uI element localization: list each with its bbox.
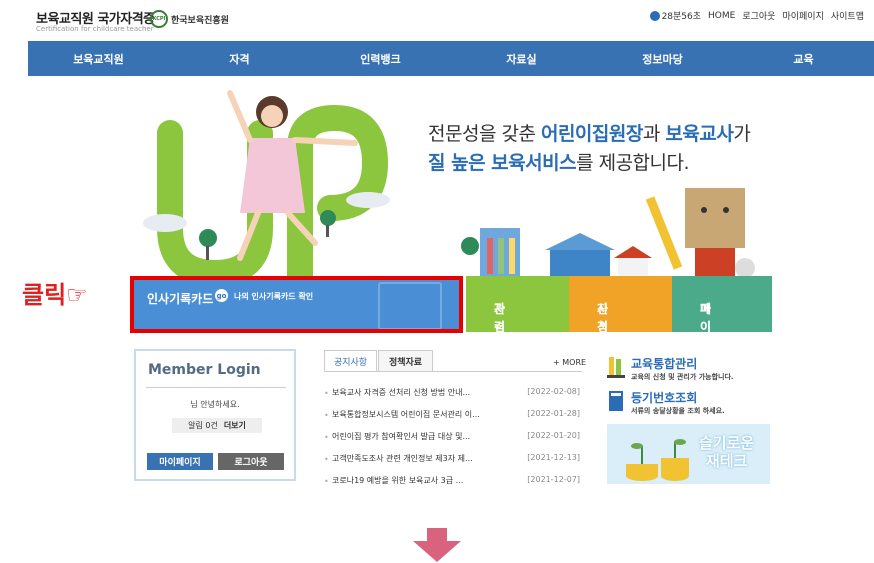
list-item[interactable]: • 보육통합정보시스템 어린이집 문서관리 이... [2022-01-28] xyxy=(324,407,582,429)
alarm-count: 알림 0건 xyxy=(188,421,218,430)
nav-talent-bank[interactable]: 인력뱅크 xyxy=(310,41,451,76)
org-name: 한국보육진흥원 xyxy=(171,15,229,26)
timer-text: 28분56초 xyxy=(661,12,702,22)
tab-notice[interactable]: 공지사항 xyxy=(324,350,377,372)
list-item[interactable]: • 코로나19 예방을 위한 보육교사 3급 ... [2021-12-07] xyxy=(324,473,582,495)
site-subtitle: Certification for childcare teacher xyxy=(36,25,154,33)
greeting-text: 님 안녕하세요. xyxy=(190,400,240,409)
home-link[interactable]: HOME xyxy=(708,11,735,21)
session-timer: 28분56초 xyxy=(649,9,702,22)
sitemap-link[interactable]: 사이트맵 xyxy=(831,9,864,22)
alarm-box: 알림 0건 더보기 xyxy=(172,418,262,433)
list-item[interactable]: • 고객만족도조사 관련 개인정보 제3자 제... [2021-12-13] xyxy=(324,451,582,473)
registry-title: 등기번호조회 xyxy=(631,391,698,405)
main-nav: 보육교직원 자격 인력뱅크 자료실 정보마당 교육 xyxy=(28,41,874,76)
org-logo[interactable]: KCPI 한국보육진흥원 xyxy=(150,10,229,28)
edu-title: 교육통합관리 xyxy=(631,357,698,371)
book-icon xyxy=(609,391,623,411)
edu-desc: 교육의 신청 및 관리가 가능합니다. xyxy=(631,373,734,381)
bullet-icon: • xyxy=(324,411,329,420)
mypage-button[interactable]: 마이 페이지 xyxy=(672,276,772,352)
tab-divider xyxy=(324,371,582,372)
mypage-link[interactable]: 마이페이지 xyxy=(782,9,823,22)
utility-links: 28분56초 HOME 로그아웃 마이페이지 사이트맵 xyxy=(649,9,864,22)
forms-button[interactable]: 자격증신청 관련서식 xyxy=(466,276,569,388)
refresh-icon[interactable] xyxy=(649,10,660,21)
bullet-icon: • xyxy=(324,433,329,442)
registry-desc: 서류의 송달상황을 조회 하세요. xyxy=(631,407,725,415)
edu-link[interactable]: 교육통합관리 교육의 신청 및 관리가 가능합니다. xyxy=(607,355,734,382)
login-mypage-button[interactable]: 마이페이지 xyxy=(147,453,213,470)
click-annotation: 클릭☞ xyxy=(22,281,88,309)
finance-banner[interactable]: 슬기로운 재테크 xyxy=(607,424,770,484)
apply-button[interactable]: 자격증 신청하기 xyxy=(569,276,672,370)
more-link[interactable]: + MORE xyxy=(553,358,586,367)
tab-policy[interactable]: 정책자료 xyxy=(378,350,433,372)
down-arrow-icon xyxy=(413,528,461,562)
nav-staff[interactable]: 보육교직원 xyxy=(28,41,169,76)
login-title: Member Login xyxy=(148,362,261,378)
registry-link[interactable]: 등기번호조회 서류의 송달상황을 조회 하세요. xyxy=(607,389,725,416)
slogan-line-2: 질 높은 보육서비스를 제공합니다. xyxy=(428,152,690,174)
bullet-icon: • xyxy=(324,477,329,486)
banner-text: 슬기로운 재테크 xyxy=(699,434,755,470)
forms-line-2: 관련서식 xyxy=(494,302,506,370)
pencil-icon xyxy=(607,357,625,378)
bullet-icon: • xyxy=(324,389,329,398)
nav-library[interactable]: 자료실 xyxy=(451,41,592,76)
nav-education[interactable]: 교육 xyxy=(733,41,874,76)
org-seal-icon: KCPI xyxy=(150,10,168,28)
nav-info[interactable]: 정보마당 xyxy=(592,41,733,76)
mypage-line-2: 페이지 xyxy=(700,302,712,352)
login-panel: Member Login 님 안녕하세요. 알림 0건 더보기 마이페이지 로그… xyxy=(134,349,296,481)
divider xyxy=(146,387,286,388)
login-logout-button[interactable]: 로그아웃 xyxy=(218,453,284,470)
notice-list: • 보육교사 자격증 선처리 신청 방법 안내... [2022-02-08] • 보… xyxy=(324,385,582,495)
list-item[interactable]: • 보육교사 자격증 선처리 신청 방법 안내... [2022-02-08] xyxy=(324,385,582,407)
logout-link[interactable]: 로그아웃 xyxy=(742,9,775,22)
coin-plant-icon xyxy=(626,439,689,481)
hero-slogan: 전문성을 갖춘 어린이집원장과 보육교사가 질 높은 보육서비스를 제공합니다. xyxy=(428,120,751,178)
bullet-icon: • xyxy=(324,455,329,464)
nav-qualification[interactable]: 자격 xyxy=(169,41,310,76)
list-item[interactable]: • 어린이집 평가 참여확인서 발급 대상 및... [2022-01-20] xyxy=(324,429,582,451)
highlight-box xyxy=(130,276,463,333)
hero-illustration xyxy=(143,90,755,278)
alarm-more-link[interactable]: 더보기 xyxy=(224,420,246,431)
slogan-line-1: 전문성을 갖춘 어린이집원장과 보육교사가 xyxy=(428,123,751,145)
